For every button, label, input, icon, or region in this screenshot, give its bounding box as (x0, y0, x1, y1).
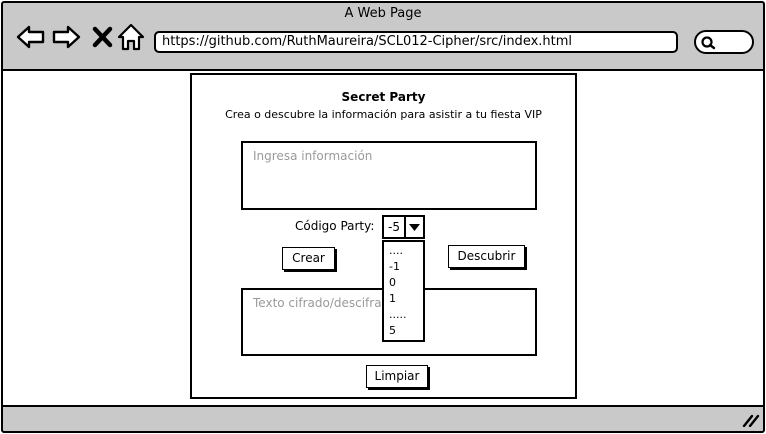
forward-arrow-icon[interactable] (51, 22, 81, 52)
party-code-selected-value: -5 (388, 220, 400, 234)
dropdown-option[interactable]: .... (389, 244, 403, 257)
dropdown-option[interactable]: 0 (389, 276, 396, 289)
dropdown-option[interactable]: 1 (389, 292, 396, 305)
home-icon[interactable] (116, 22, 146, 52)
browser-search-field[interactable] (694, 30, 754, 54)
output-placeholder: Texto cifrado/descifra (253, 296, 382, 310)
dropdown-option[interactable]: ..... (389, 308, 406, 321)
page-subtitle: Crea o descubre la información para asis… (225, 108, 542, 121)
dropdown-option[interactable]: 5 (389, 324, 396, 337)
url-bar[interactable]: https://github.com/RuthMaureira/SCL012-C… (154, 31, 678, 53)
limpiar-button[interactable]: Limpiar (366, 365, 428, 388)
resize-grip-icon[interactable] (742, 413, 760, 427)
crear-button[interactable]: Crear (282, 247, 335, 270)
party-code-dropdown-list: .... -1 0 1 ..... 5 (382, 240, 425, 342)
window-title: A Web Page (344, 6, 422, 21)
chevron-down-icon (409, 224, 420, 231)
dropdown-option[interactable]: -1 (389, 260, 400, 273)
descubrir-button[interactable]: Descubrir (448, 245, 525, 268)
back-arrow-icon[interactable] (16, 22, 46, 52)
select-divider (404, 217, 406, 237)
party-code-select[interactable]: -5 (382, 215, 425, 239)
page-title: Secret Party (341, 90, 426, 104)
search-icon (701, 36, 716, 50)
close-x-icon[interactable] (88, 22, 118, 52)
message-input-placeholder: Ingresa información (253, 149, 373, 163)
message-input[interactable]: Ingresa información (241, 141, 537, 210)
party-code-label: Código Party: (295, 219, 375, 233)
